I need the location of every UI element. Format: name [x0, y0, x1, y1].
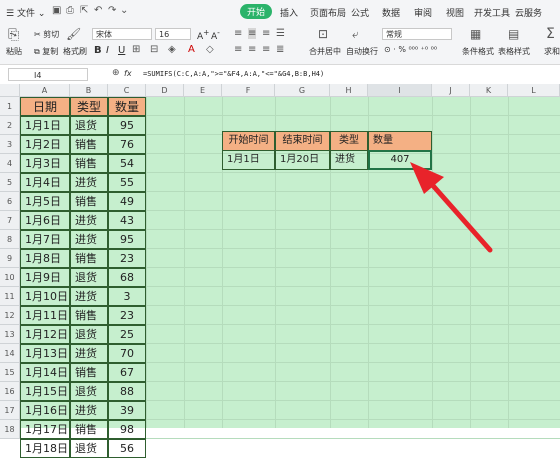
annotation-layer: [410, 162, 493, 253]
table-cell[interactable]: 1月18日: [20, 439, 70, 458]
table-cell[interactable]: 退货: [70, 439, 108, 458]
table-cell[interactable]: 56: [108, 439, 146, 458]
arrow-shaft: [425, 177, 493, 253]
